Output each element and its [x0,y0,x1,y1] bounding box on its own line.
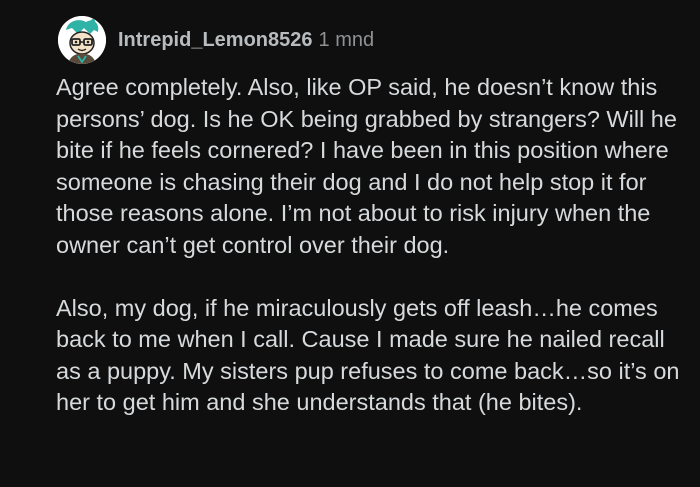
comment-username[interactable]: Intrepid_Lemon8526 [118,29,313,52]
comment-paragraph-2: Also, my dog, if he miraculously gets of… [56,294,680,416]
comment-timestamp: 1 mnd [318,28,375,51]
cartoon-avatar-icon[interactable] [58,16,106,64]
comment: Intrepid_Lemon8526 1 mnd Agree completel… [0,0,700,487]
comment-paragraph-1: Agree completely. Also, like OP said, he… [56,74,677,258]
comment-header: Intrepid_Lemon8526 1 mnd [58,15,374,65]
avatar-image [58,16,106,64]
comment-body: Agree completely. Also, like OP said, he… [56,72,692,419]
